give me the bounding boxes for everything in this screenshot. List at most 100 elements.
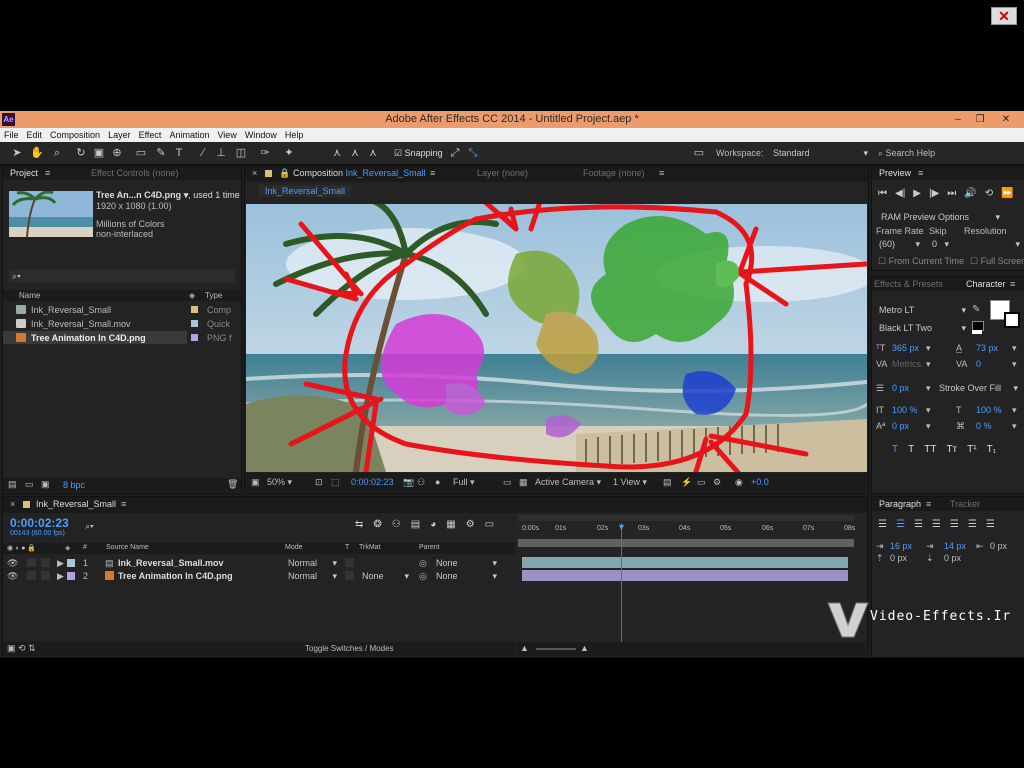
tab-project[interactable]: Project [10,168,38,178]
exposure-value[interactable]: +0.0 [751,477,769,487]
type-tool-icon[interactable]: T [172,146,186,160]
project-item-selected[interactable]: Tree Animation In C4D.png [3,331,187,344]
leading-value[interactable]: 73 px [976,343,998,353]
workspace-dropdown[interactable]: Standard [770,147,871,159]
project-item[interactable]: Ink_Reversal_Small Comp [3,303,241,316]
tab-composition[interactable]: Composition Ink_Reversal_Small [293,168,426,178]
column-t[interactable]: T [345,544,349,551]
roto-brush-tool-icon[interactable]: ✑ [258,146,272,160]
tsume-value[interactable]: 0 % [976,421,992,431]
pan-behind-tool-icon[interactable]: ⊕ [110,146,124,160]
layer-duration-bar[interactable] [522,570,848,581]
snapping-checkbox[interactable]: ☑ Snapping [394,148,443,159]
layer-label-swatch[interactable] [67,559,75,567]
stroke-color-swatch[interactable] [1004,312,1020,328]
stroke-width-value[interactable]: 0 px [892,383,909,393]
space-after-value[interactable]: 0 px [944,553,961,563]
all-caps-button[interactable]: TT [924,444,936,455]
safe-zones-icon[interactable]: ⊡ [315,477,323,488]
menu-effect[interactable]: Effect [135,128,166,142]
work-area-bar[interactable] [518,515,854,521]
zoom-slider[interactable]: ▲ ▲ [516,642,866,656]
faux-italic-button[interactable]: T [908,444,914,455]
rotate-tool-icon[interactable]: ↻ [74,146,88,160]
tab-character[interactable]: Character [966,279,1006,289]
full-screen-checkbox[interactable]: ☐ Full Screen [970,256,1024,267]
layer-row[interactable]: 👁 ▶ 2 Tree Animation In C4D.png Normal N… [3,569,515,582]
composition-viewer[interactable] [246,204,867,472]
time-ruler[interactable]: 0:00s 01s 02s 03s 04s 05s 06s 07s 08s [522,525,855,537]
justify-center-icon[interactable]: ☰ [950,519,959,530]
eyedropper-icon[interactable]: ✎ [972,304,980,315]
delete-icon[interactable]: 🗑 [227,479,238,490]
subscript-button[interactable]: T₁ [987,444,996,455]
shy-layers-icon[interactable]: ⚇ [392,519,401,530]
play-icon[interactable]: ▶ [913,188,921,199]
graph-editor-icon[interactable]: ▭ [485,519,494,530]
rectangle-tool-icon[interactable]: ▭ [134,146,148,160]
menu-file[interactable]: File [0,128,23,142]
tab-layer[interactable]: Layer (none) [477,168,528,178]
snap-edge-icon[interactable]: ⤢ [448,146,462,160]
new-folder-icon[interactable]: ▭ [25,479,34,490]
tab-effect-controls[interactable]: Effect Controls (none) [91,168,178,178]
time-navigator[interactable] [518,539,854,547]
motion-blur-icon[interactable]: ◕ [430,519,436,530]
search-help-field[interactable]: ⌕ Search Help [878,148,935,159]
overlay-close-button[interactable]: ✕ [991,7,1017,25]
space-before-value[interactable]: 0 px [890,553,907,563]
comp-flowchart-label[interactable]: Ink_Reversal_Small [259,185,352,197]
menu-help[interactable]: Help [281,128,308,142]
panel-menu-icon[interactable]: ≡ [659,168,664,178]
search-icon[interactable]: ⌕▾ [85,521,94,532]
solo-toggle-icon[interactable] [41,571,50,580]
minimize-button[interactable]: – [948,112,968,127]
magnification-dropdown[interactable]: 50% ▾ [267,477,292,488]
show-snapshot-icon[interactable]: ⚇ [417,477,425,488]
draft-3d-icon[interactable]: ❂ [373,519,381,530]
white-color-swatch[interactable] [972,330,982,334]
indent-first-value[interactable]: 14 px [944,541,966,551]
toggle-switches-modes-button[interactable]: Toggle Switches / Modes [305,644,394,653]
snapshot-icon[interactable]: 📷 [403,477,414,488]
small-caps-button[interactable]: Tт [946,444,957,455]
tab-preview[interactable]: Preview [879,168,911,178]
color-depth-button[interactable]: 8 bpc [63,480,85,490]
maximize-button[interactable]: ❐ [970,112,990,127]
panel-menu-icon[interactable]: ≡ [45,168,50,178]
brush-tool-icon[interactable]: ∕ [196,146,210,160]
faux-bold-button[interactable]: T [892,444,898,455]
justify-all-icon[interactable]: ☰ [986,519,995,530]
layer-parent-dropdown[interactable]: None [433,557,500,569]
auto-keyframe-icon[interactable]: ⚙ [466,519,475,530]
stroke-type-dropdown[interactable]: Stroke Over Fill [936,382,1021,394]
layer-row[interactable]: 👁 ▶ 1 ▤ Ink_Reversal_Small.mov Normal ◎ … [3,556,515,569]
mask-visibility-icon[interactable]: ⬚ [331,477,340,488]
column-name[interactable]: Name [19,291,40,300]
menu-window[interactable]: Window [241,128,281,142]
expand-arrow-icon[interactable]: ▶ [57,571,64,582]
local-axis-icon[interactable]: ⋏ [330,146,344,160]
view-axis-icon[interactable]: ⋏ [366,146,380,160]
menu-animation[interactable]: Animation [165,128,213,142]
kerning-value[interactable]: Metrics [892,359,921,369]
flowchart-icon[interactable]: ⚙ [713,477,721,488]
panel-menu-icon[interactable]: ≡ [926,499,931,509]
audio-toggle-icon[interactable] [27,558,36,567]
lock-icon[interactable]: 🔒 [279,168,290,179]
camera-dropdown[interactable]: Active Camera ▾ [535,477,601,488]
layer-duration-bar[interactable] [522,557,848,568]
font-size-value[interactable]: 365 px [892,343,919,353]
eraser-tool-icon[interactable]: ◫ [234,146,248,160]
view-layout-dropdown[interactable]: 1 View ▾ [613,477,647,488]
menu-view[interactable]: View [213,128,240,142]
clone-stamp-tool-icon[interactable]: ⊥ [214,146,228,160]
next-frame-icon[interactable]: |▶ [929,188,939,199]
audio-toggle-icon[interactable] [27,571,36,580]
layer-name[interactable]: Ink_Reversal_Small.mov [118,558,224,568]
close-button[interactable]: ✕ [996,112,1016,127]
panel-menu-icon[interactable]: ≡ [430,168,435,178]
video-visibility-icon[interactable]: 👁 [7,571,18,582]
loop-icon[interactable]: ⟲ [985,188,993,199]
zoom-out-icon[interactable]: ▲ [520,643,529,653]
